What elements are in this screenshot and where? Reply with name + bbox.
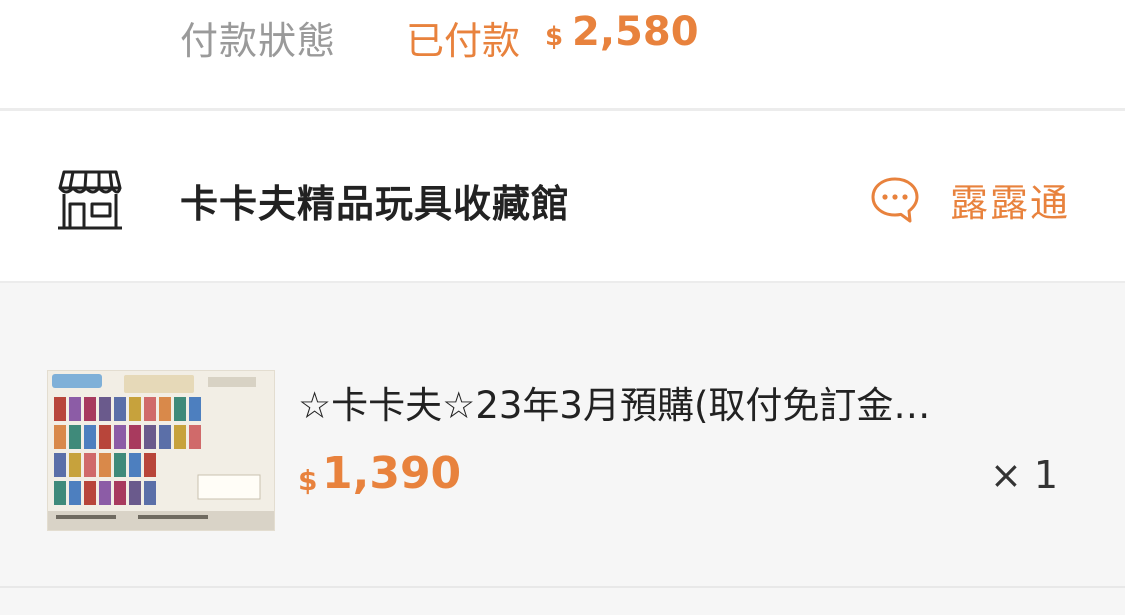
card-art	[129, 425, 141, 449]
item-price: 1,390	[322, 448, 462, 499]
card-art	[69, 425, 81, 449]
card-art	[189, 425, 201, 449]
bottom-strip	[0, 588, 1125, 615]
product-title[interactable]: ☆卡卡夫☆23年3月預購(取付免訂金…	[298, 375, 1038, 429]
card-art	[114, 397, 126, 421]
card-art	[69, 397, 81, 421]
card-art	[129, 397, 141, 421]
card-art	[99, 397, 111, 421]
chat-button[interactable]: 露露通	[870, 166, 1085, 228]
chat-label: 露露通	[950, 181, 1071, 225]
card-art	[99, 481, 111, 505]
item-currency: $	[298, 464, 318, 497]
card-art	[84, 397, 96, 421]
chat-bubble-icon	[871, 177, 919, 223]
card-art	[84, 453, 96, 477]
card-art	[129, 481, 141, 505]
card-art	[114, 425, 126, 449]
card-art	[144, 453, 156, 477]
card-art	[129, 453, 141, 477]
card-art	[189, 397, 201, 421]
order-item[interactable]: ☆卡卡夫☆23年3月預購(取付免訂金… $ 1,390 × 1	[0, 283, 1125, 586]
card-art	[174, 397, 186, 421]
card-art	[54, 481, 66, 505]
payment-currency: $	[545, 22, 564, 52]
card-art	[69, 481, 81, 505]
card-art	[84, 481, 96, 505]
card-art	[114, 481, 126, 505]
card-art	[99, 425, 111, 449]
card-art	[114, 453, 126, 477]
card-art	[159, 425, 171, 449]
card-art	[144, 425, 156, 449]
card-art	[144, 481, 156, 505]
product-thumbnail[interactable]	[47, 370, 275, 531]
card-art	[69, 453, 81, 477]
payment-status-value: 已付款	[406, 19, 521, 63]
item-quantity: × 1	[990, 453, 1059, 497]
card-art	[54, 453, 66, 477]
card-art	[99, 453, 111, 477]
card-art	[54, 397, 66, 421]
card-art	[174, 425, 186, 449]
payment-status-row: 付款狀態 已付款 $ 2,580	[0, 0, 1125, 110]
card-art	[144, 397, 156, 421]
payment-status-label: 付款狀態	[180, 19, 337, 63]
store-icon	[58, 170, 122, 230]
shop-header[interactable]: 卡卡夫精品玩具收藏館 露露通	[0, 111, 1125, 281]
product-thumbnail-art	[48, 371, 274, 530]
card-art	[84, 425, 96, 449]
card-art	[159, 397, 171, 421]
payment-amount: 2,580	[572, 9, 699, 55]
card-art	[54, 425, 66, 449]
shop-name[interactable]: 卡卡夫精品玩具收藏館	[180, 173, 570, 228]
